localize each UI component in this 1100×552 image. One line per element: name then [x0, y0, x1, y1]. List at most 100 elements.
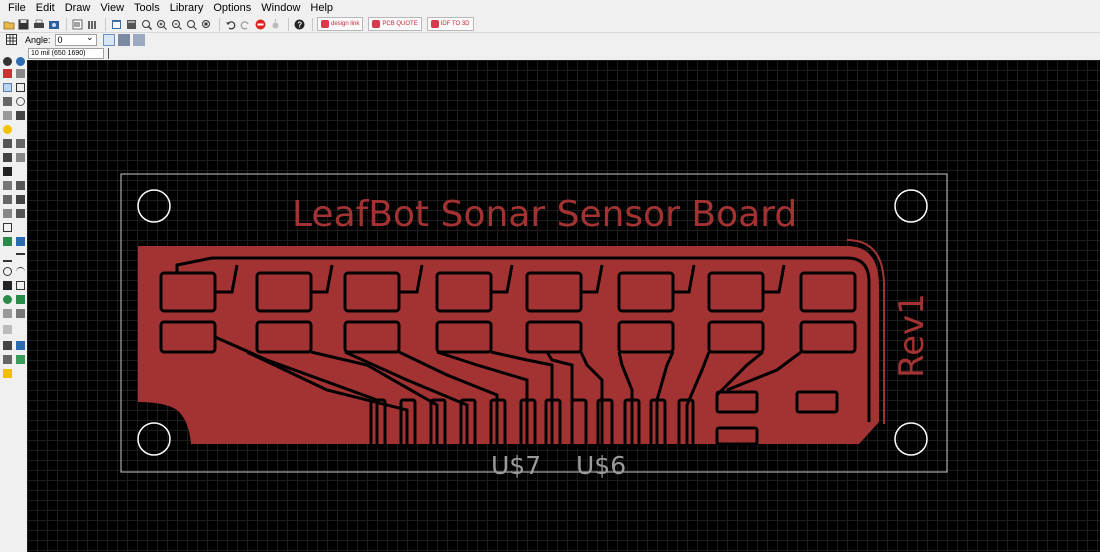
- mounting-hole: [137, 422, 171, 456]
- angle-select[interactable]: 0: [54, 32, 97, 46]
- delete-tool-icon[interactable]: [3, 139, 12, 148]
- menu-tools[interactable]: Tools: [129, 0, 165, 16]
- menu-draw[interactable]: Draw: [60, 0, 96, 16]
- zoom-in-icon[interactable]: [155, 18, 168, 31]
- go-icon[interactable]: [269, 18, 282, 31]
- wire-tool-icon[interactable]: [3, 253, 12, 262]
- angle-label: Angle:: [25, 35, 51, 45]
- redo-icon[interactable]: [239, 18, 252, 31]
- value-tool-icon[interactable]: [16, 181, 25, 190]
- menu-file[interactable]: File: [3, 0, 31, 16]
- add-tool-icon[interactable]: [16, 139, 25, 148]
- warning-icon[interactable]: [3, 369, 12, 378]
- menu-options[interactable]: Options: [208, 0, 256, 16]
- show-tool-icon[interactable]: [16, 57, 25, 66]
- toolbar-separator: [288, 17, 289, 31]
- circle-tool-icon[interactable]: [3, 267, 12, 276]
- zoom-select-icon[interactable]: [200, 18, 213, 31]
- via-tool-icon[interactable]: [3, 295, 12, 304]
- route-tool-icon[interactable]: [3, 209, 12, 218]
- signal-tool-icon[interactable]: [3, 237, 12, 246]
- arc-tool-icon[interactable]: [16, 267, 25, 276]
- attribute-tool-icon[interactable]: [3, 325, 12, 334]
- command-input[interactable]: [108, 48, 1100, 59]
- group-tool-icon[interactable]: [3, 111, 12, 120]
- mark-tool-icon[interactable]: [16, 69, 25, 78]
- errors-tool-icon[interactable]: [3, 355, 12, 364]
- toolbar-separator: [66, 17, 67, 31]
- toolbar-separator: [219, 17, 220, 31]
- design-link-button[interactable]: design link: [317, 17, 364, 31]
- mirror-toggle[interactable]: [102, 34, 115, 46]
- idf-3d-button[interactable]: IDF TO 3D: [426, 17, 474, 31]
- pcb-quote-button[interactable]: PCB QUOTE: [368, 17, 422, 31]
- menu-edit[interactable]: Edit: [31, 0, 60, 16]
- drc-tool-icon[interactable]: [16, 341, 25, 350]
- lock-tool-icon[interactable]: [3, 167, 12, 176]
- toolbar-separator: [105, 17, 106, 31]
- paste-tool-icon[interactable]: [3, 125, 12, 134]
- coordinate-readout: 10 mil (650 1690): [28, 48, 104, 59]
- ulp-icon[interactable]: [125, 18, 138, 31]
- menu-view[interactable]: View: [95, 0, 129, 16]
- schematic-icon[interactable]: [71, 18, 84, 31]
- idf-3d-label: IDF TO 3D: [440, 21, 470, 27]
- board-icon[interactable]: [86, 18, 99, 31]
- layers-tool-icon[interactable]: [3, 309, 12, 318]
- undo-icon[interactable]: [224, 18, 237, 31]
- erc-tool-icon[interactable]: [16, 355, 25, 364]
- pcb-quote-icon: [372, 20, 381, 28]
- polygon-tool-icon[interactable]: [16, 281, 25, 290]
- copy-tool-icon[interactable]: [16, 83, 25, 92]
- zoom-redraw-icon[interactable]: [185, 18, 198, 31]
- zoom-out-icon[interactable]: [170, 18, 183, 31]
- change-tool-icon[interactable]: [16, 111, 25, 120]
- left-tool-palette: [0, 55, 27, 552]
- optimize-tool-icon[interactable]: [16, 153, 25, 162]
- dimension-tool-icon[interactable]: [3, 341, 12, 350]
- board-revision: Rev1: [892, 293, 932, 378]
- command-bar: 10 mil (650 1690): [0, 47, 1100, 60]
- pcb-quote-label: PCB QUOTE: [382, 21, 418, 27]
- print-icon[interactable]: [32, 18, 45, 31]
- svg-text:?: ?: [297, 20, 302, 29]
- zoom-fit-icon[interactable]: [140, 18, 153, 31]
- display-tool-icon[interactable]: [3, 69, 12, 78]
- info-tool-icon[interactable]: [3, 57, 12, 66]
- design-link-icon: [321, 20, 329, 28]
- ratsnest-tool-icon[interactable]: [16, 309, 25, 318]
- miter-tool-icon[interactable]: [16, 195, 25, 204]
- open-folder-icon[interactable]: [2, 18, 15, 31]
- autorouter-tool-icon[interactable]: [16, 237, 25, 246]
- idf-3d-icon: [430, 20, 439, 28]
- split-tool-icon[interactable]: [3, 153, 12, 162]
- meander-tool-icon[interactable]: [3, 223, 12, 232]
- smash-tool-icon[interactable]: [3, 181, 12, 190]
- main-toolbar: ? design link PCB QUOTE IDF TO 3D: [0, 16, 1100, 32]
- mirror-tool-icon[interactable]: [3, 97, 12, 106]
- script-icon[interactable]: [110, 18, 123, 31]
- menu-window[interactable]: Window: [256, 0, 305, 16]
- menu-library[interactable]: Library: [165, 0, 209, 16]
- mounting-hole: [894, 422, 928, 456]
- text-tool-icon[interactable]: [16, 253, 25, 262]
- menu-help[interactable]: Help: [305, 0, 338, 16]
- parameter-toolbar: Angle: 0: [0, 32, 1100, 47]
- board-title: LeafBot Sonar Sensor Board: [292, 194, 797, 235]
- style-button-1[interactable]: [117, 34, 130, 46]
- ripup-tool-icon[interactable]: [16, 209, 25, 218]
- name-tool-icon[interactable]: [3, 195, 12, 204]
- stop-icon[interactable]: [254, 18, 267, 31]
- menu-bar: File Edit Draw View Tools Library Option…: [0, 0, 1100, 16]
- layer-grid-icon[interactable]: [6, 33, 17, 47]
- move-tool-icon[interactable]: [3, 83, 12, 92]
- save-icon[interactable]: [17, 18, 30, 31]
- cam-processor-icon[interactable]: [47, 18, 60, 31]
- board-canvas[interactable]: LeafBot Sonar Sensor Board Rev1 U$7 U$6: [27, 60, 1100, 552]
- toolbar-separator: [312, 17, 313, 31]
- rotate-tool-icon[interactable]: [16, 97, 25, 106]
- style-button-2[interactable]: [132, 34, 145, 46]
- rect-tool-icon[interactable]: [3, 281, 12, 290]
- hole-tool-icon[interactable]: [16, 295, 25, 304]
- help-icon[interactable]: ?: [293, 18, 306, 31]
